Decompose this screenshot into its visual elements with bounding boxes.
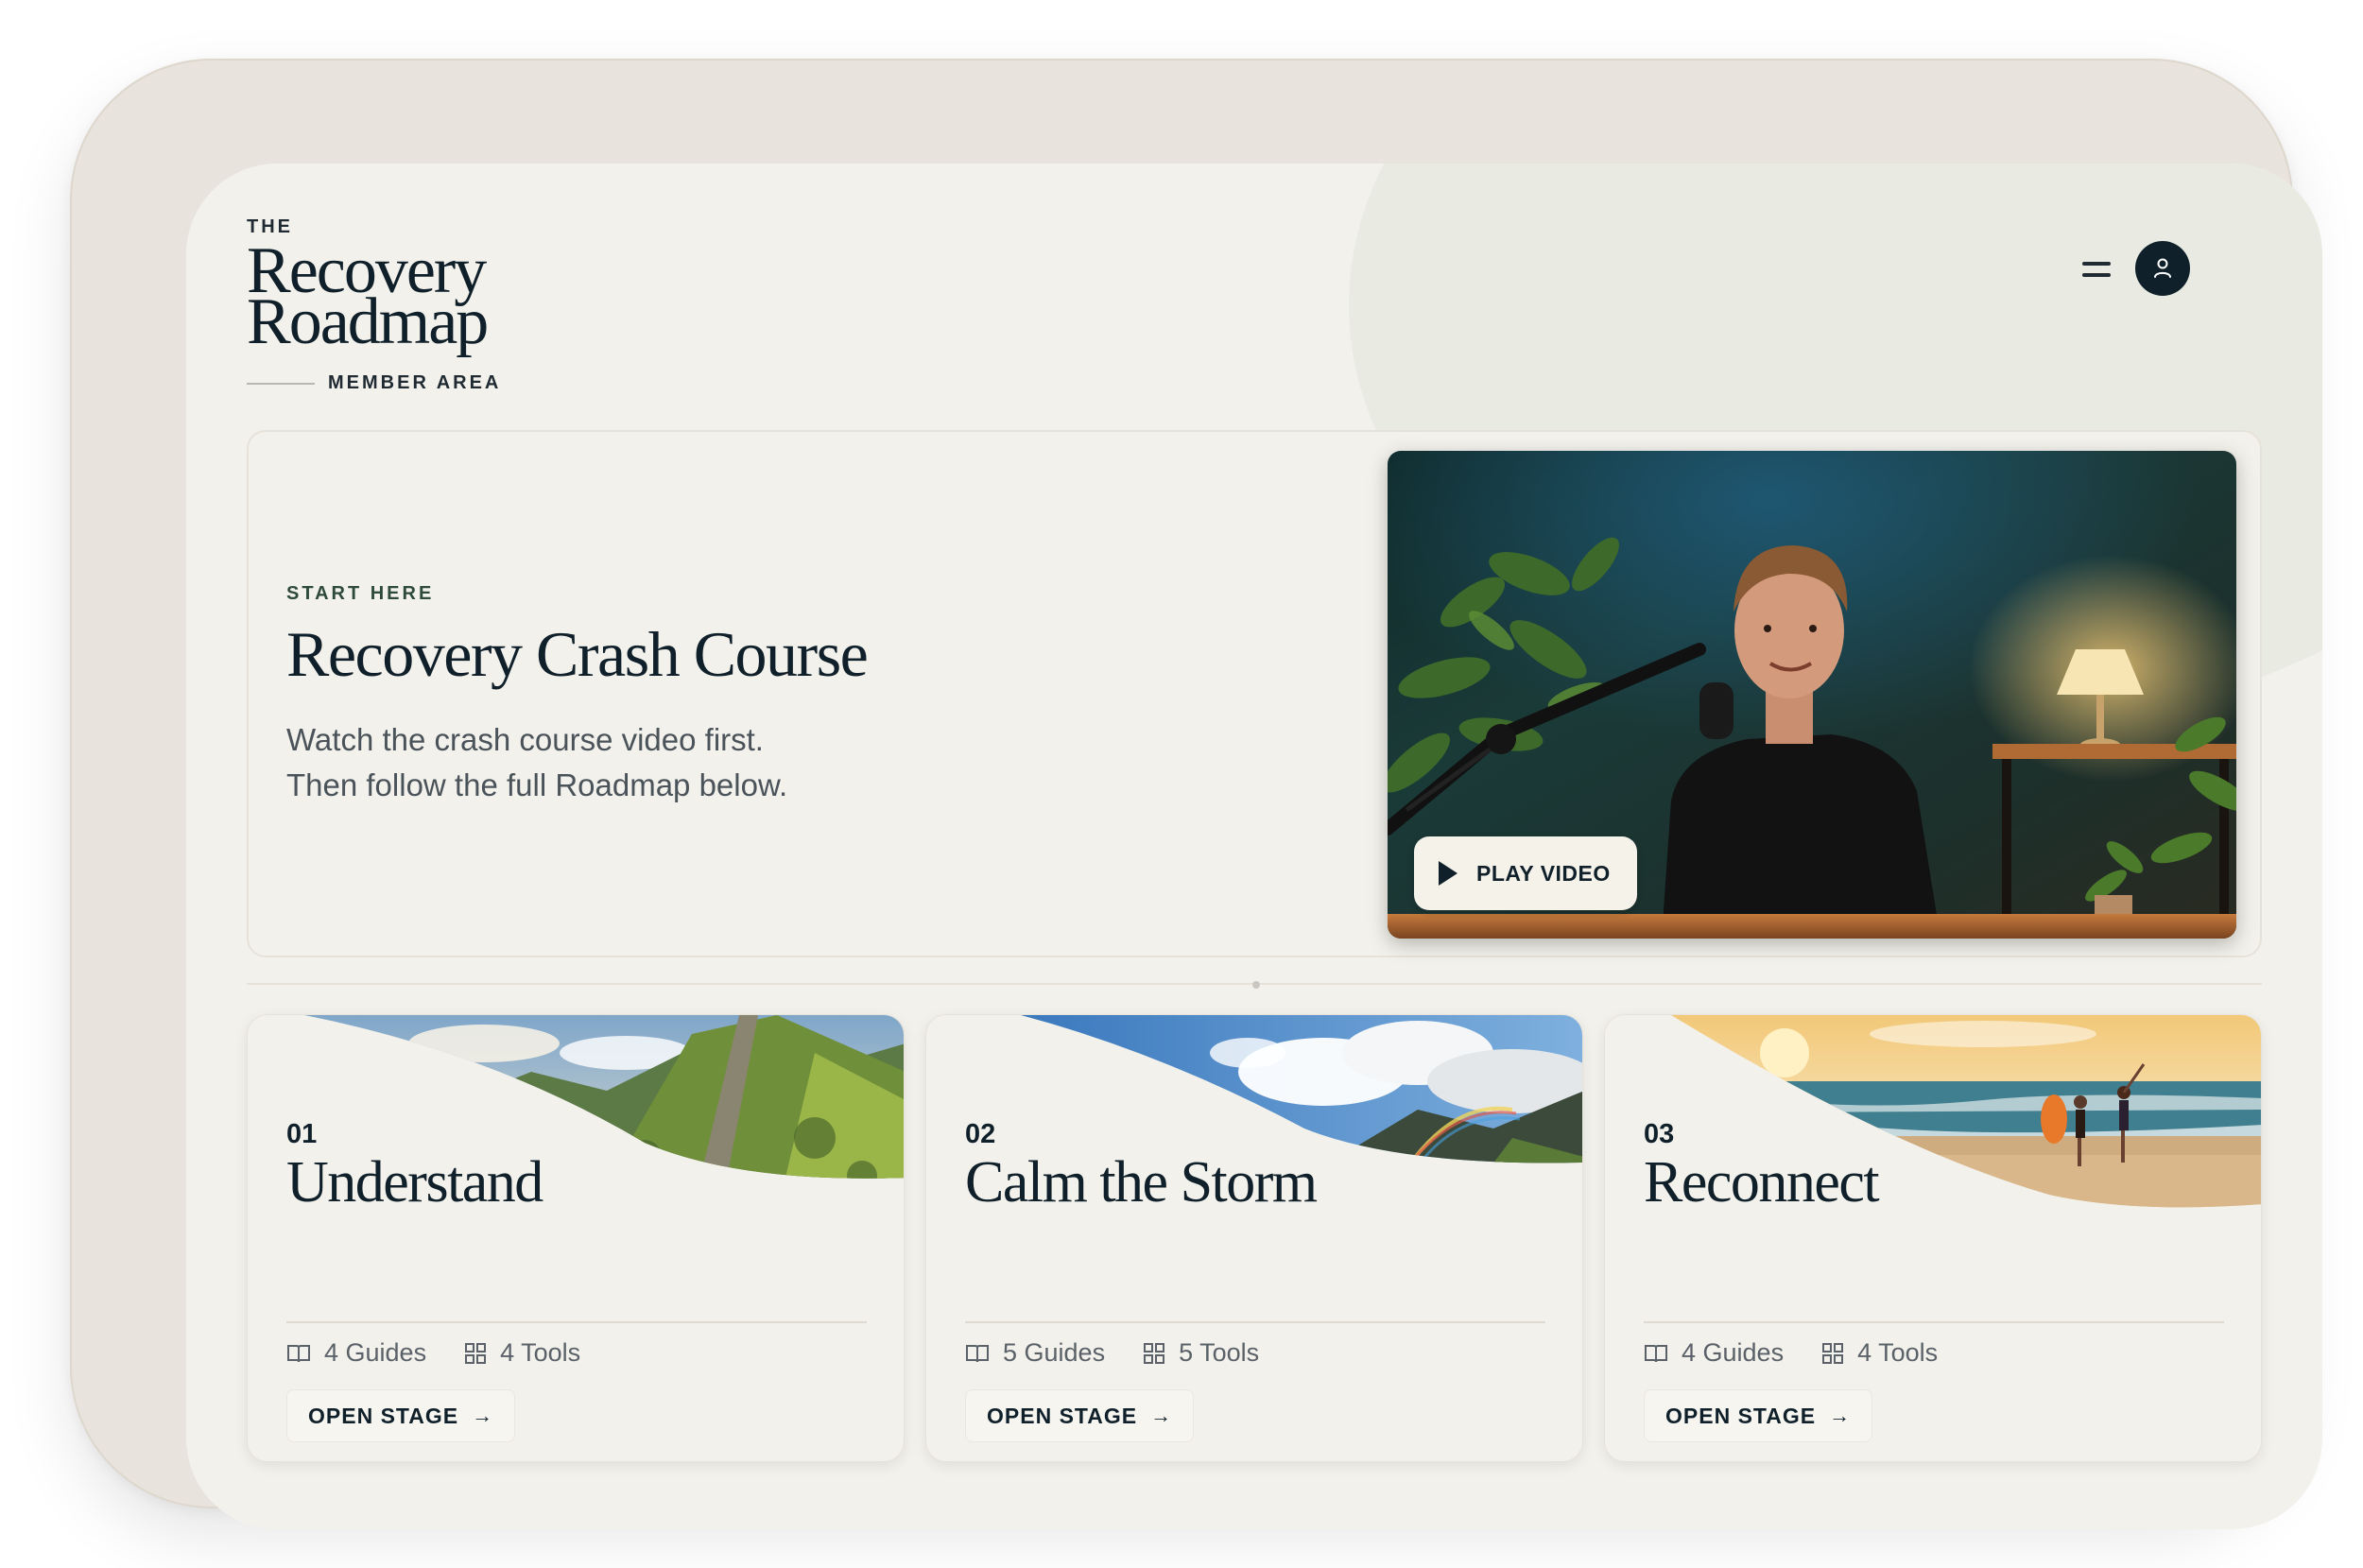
tools-label: 5 Tools (1179, 1338, 1260, 1367)
book-icon (966, 1344, 989, 1362)
grid-icon (1822, 1342, 1844, 1364)
brand-logo[interactable]: THE Recovery Roadmap MEMBER AREA (247, 216, 501, 394)
stage-number: 03 (1644, 1119, 1675, 1149)
tools-label: 4 Tools (500, 1338, 581, 1367)
book-icon (287, 1344, 310, 1362)
open-stage-label: OPEN STAGE (1665, 1403, 1817, 1428)
guides-count: 5 Guides (965, 1338, 1105, 1368)
stage-title: Understand (286, 1150, 543, 1215)
play-video-label: PLAY VIDEO (1476, 860, 1611, 886)
tools-count: 5 Tools (1143, 1338, 1259, 1368)
guides-label: 5 Guides (1003, 1338, 1106, 1367)
tools-label: 4 Tools (1857, 1338, 1939, 1367)
user-avatar-button[interactable] (2135, 241, 2190, 296)
crash-course-card: START HERE Recovery Crash Course Watch t… (247, 430, 2262, 957)
stage-card-reconnect[interactable]: 03 Reconnect 4 Guides 4 Tools OPEN STAGE… (1604, 1014, 2262, 1462)
guides-count: 4 Guides (1644, 1338, 1784, 1368)
stage-divider (286, 1321, 867, 1323)
crash-course-title: Recovery Crash Course (286, 618, 869, 690)
brand-rule (247, 382, 315, 385)
open-stage-label: OPEN STAGE (987, 1403, 1138, 1428)
play-video-button[interactable]: PLAY VIDEO (1414, 836, 1637, 910)
tablet-frame: THE Recovery Roadmap MEMBER AREA START H… (70, 59, 2322, 1529)
stage-meta: 4 Guides 4 Tools (286, 1338, 618, 1368)
start-here-label: START HERE (286, 583, 435, 604)
arrow-right-icon: → (1150, 1404, 1173, 1427)
open-stage-button[interactable]: OPEN STAGE → (965, 1389, 1195, 1442)
grid-icon (1144, 1342, 1165, 1364)
arrow-right-icon: → (472, 1404, 494, 1427)
hamburger-menu-icon[interactable] (2077, 256, 2118, 284)
brand-title: Recovery Roadmap (247, 238, 501, 358)
user-icon (2154, 258, 2171, 278)
stage-number: 02 (965, 1119, 996, 1149)
crash-course-video[interactable]: PLAY VIDEO (1388, 451, 2236, 939)
stage-meta: 4 Guides 4 Tools (1644, 1338, 1975, 1368)
description-line2: Then follow the full Roadmap below. (286, 767, 788, 802)
divider-dot (1252, 981, 1260, 989)
grid-icon (465, 1342, 487, 1364)
stage-divider (965, 1321, 1545, 1323)
guides-label: 4 Guides (324, 1338, 427, 1367)
open-stage-button[interactable]: OPEN STAGE → (286, 1389, 516, 1442)
stage-card-calm-the-storm[interactable]: 02 Calm the Storm 5 Guides 5 Tools OPEN … (925, 1014, 1583, 1462)
member-area-label: MEMBER AREA (328, 372, 502, 393)
brand-title-line2: Roadmap (247, 285, 489, 358)
description-line1: Watch the crash course video first. (286, 722, 764, 757)
guides-label: 4 Guides (1682, 1338, 1785, 1367)
tools-count: 4 Tools (464, 1338, 580, 1368)
open-stage-button[interactable]: OPEN STAGE → (1644, 1389, 1873, 1442)
stage-card-understand[interactable]: 01 Understand 4 Guides 4 Tools OPEN STAG… (247, 1014, 905, 1462)
stage-title: Calm the Storm (965, 1150, 1318, 1215)
crash-course-description: Watch the crash course video first. Then… (286, 717, 948, 808)
play-icon (1439, 861, 1457, 886)
app-screen: THE Recovery Roadmap MEMBER AREA START H… (186, 164, 2322, 1529)
arrow-right-icon: → (1829, 1404, 1852, 1427)
book-icon (1645, 1344, 1667, 1362)
stage-divider (1644, 1321, 2224, 1323)
guides-count: 4 Guides (286, 1338, 426, 1368)
stage-title: Reconnect (1644, 1150, 1880, 1215)
tools-count: 4 Tools (1821, 1338, 1938, 1368)
stage-meta: 5 Guides 5 Tools (965, 1338, 1297, 1368)
brand-subtitle: MEMBER AREA (247, 372, 501, 394)
open-stage-label: OPEN STAGE (308, 1403, 459, 1428)
stage-number: 01 (286, 1119, 318, 1149)
